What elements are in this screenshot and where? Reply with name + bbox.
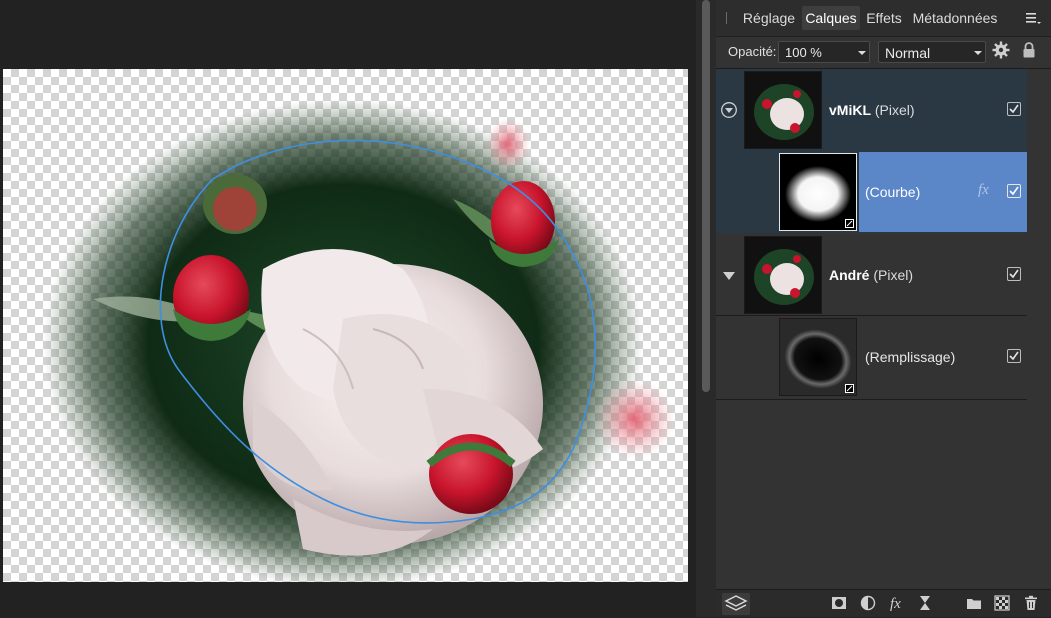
layers-panel: Réglage Calques Effets Métadonnées Opaci… [716,0,1051,617]
tab-grip[interactable] [726,12,727,24]
mask-icon[interactable] [831,595,847,611]
tab-effets[interactable]: Effets [864,6,904,30]
layer-name-remplissage[interactable]: (Remplissage) [865,349,955,365]
mask-badge-icon [845,384,854,393]
visibility-checkbox[interactable] [1007,184,1021,198]
panel-tabbar: Réglage Calques Effets Métadonnées [716,0,1051,37]
layer-title: vMiKL [829,102,871,118]
layer-name-andre[interactable]: André (Pixel) [829,267,913,283]
layer-thumbnail [744,71,822,149]
opacity-label: Opacité: [728,44,777,59]
vertical-scrollbar[interactable] [696,0,716,617]
layer-type: (Pixel) [874,102,915,118]
layer-type: (Pixel) [873,267,914,283]
fx-icon[interactable]: fx [889,595,907,611]
folder-icon[interactable] [966,595,982,611]
layer-thumbnail [744,236,822,314]
tab-metadonnees[interactable]: Métadonnées [910,6,1000,30]
mask-badge-icon [845,219,854,228]
layer-controls: Opacité: 100 % Normal [716,37,1051,69]
svg-text:fx: fx [890,596,901,611]
opacity-value: 100 % [785,45,822,60]
layers-icon[interactable] [722,593,750,615]
rose-image [43,99,675,582]
visibility-checkbox[interactable] [1007,349,1021,363]
layer-name-courbe[interactable]: (Courbe) [865,184,920,200]
trash-icon[interactable] [1023,595,1039,611]
adjustment-icon[interactable] [860,595,876,611]
scrollbar-thumb[interactable] [702,0,710,392]
layer-row-courbe-container: (Courbe) fx [716,151,1027,233]
live-filter-icon[interactable] [917,595,933,611]
layer-row-remplissage[interactable]: (Remplissage) [716,316,1027,400]
fx-icon[interactable]: fx [978,182,989,199]
layer-row-vmikl[interactable]: vMiKL (Pixel) [716,69,1027,151]
visibility-checkbox[interactable] [1007,102,1021,116]
layers-list: vMiKL (Pixel) (Courbe) fx André (Pixel) … [716,69,1027,589]
panel-bottom-toolbar: fx [716,589,1051,617]
visibility-checkbox[interactable] [1007,267,1021,281]
tab-reglage[interactable]: Réglage [740,6,798,30]
layer-row-andre[interactable]: André (Pixel) [716,234,1027,316]
chevron-down-icon [974,51,982,55]
blend-mode-dropdown[interactable]: Normal [878,41,986,63]
mask-thumbnail[interactable] [779,318,857,396]
gear-icon[interactable] [992,41,1010,59]
canvas-area[interactable] [0,0,696,617]
pixel-layer-icon[interactable] [994,595,1010,611]
expand-icon[interactable] [721,268,737,284]
collapse-icon[interactable] [721,102,737,118]
lock-icon[interactable] [1022,41,1036,59]
opacity-dropdown[interactable]: 100 % [778,41,870,63]
tab-calques[interactable]: Calques [802,6,860,30]
layer-title: André [829,267,870,283]
blend-mode-value: Normal [885,45,931,61]
mask-thumbnail[interactable] [779,153,857,231]
layer-name-vmikl[interactable]: vMiKL (Pixel) [829,102,915,118]
panel-menu-icon[interactable] [1026,12,1042,26]
chevron-down-icon [858,51,866,55]
document-canvas[interactable] [3,69,688,582]
